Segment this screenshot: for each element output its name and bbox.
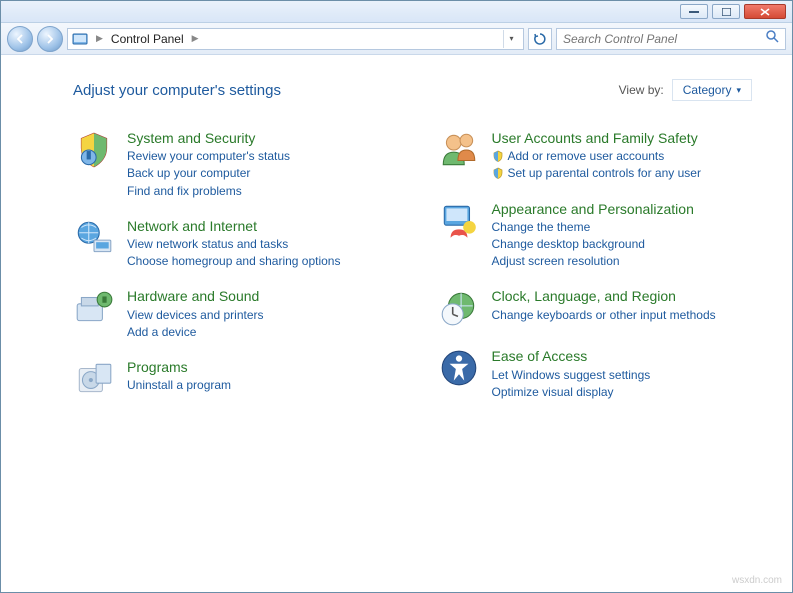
category-item: Hardware and Sound View devices and print… (73, 287, 388, 340)
category-item: User Accounts and Family SafetyAdd or re… (438, 129, 753, 182)
category-link[interactable]: Let Windows suggest settings (492, 367, 651, 383)
watermark: wsxdn.com (732, 575, 782, 586)
category-link[interactable]: Change keyboards or other input methods (492, 307, 716, 323)
category-title[interactable]: Ease of Access (492, 347, 651, 365)
category-link[interactable]: Find and fix problems (127, 183, 290, 199)
category-link[interactable]: Review your computer's status (127, 148, 290, 164)
security-icon[interactable] (73, 129, 115, 171)
view-by-select[interactable]: Category (672, 79, 752, 101)
category-link[interactable]: Choose homegroup and sharing options (127, 253, 340, 269)
category-item: ProgramsUninstall a program (73, 358, 388, 400)
control-panel-icon (72, 31, 88, 47)
window-titlebar (1, 1, 792, 23)
right-column: User Accounts and Family SafetyAdd or re… (438, 129, 753, 400)
category-link[interactable]: Adjust screen resolution (492, 253, 694, 269)
programs-icon[interactable] (73, 358, 115, 400)
view-by-label: View by: (619, 83, 664, 97)
search-icon[interactable] (765, 29, 779, 48)
uac-shield-icon (492, 150, 504, 162)
forward-button[interactable] (37, 26, 63, 52)
content-area: Adjust your computer's settings View by:… (1, 55, 792, 592)
minimize-button[interactable] (680, 4, 708, 19)
maximize-button[interactable] (712, 4, 740, 19)
category-link[interactable]: Change desktop background (492, 236, 694, 252)
clock-icon[interactable] (438, 287, 480, 329)
access-icon[interactable] (438, 347, 480, 389)
category-title[interactable]: Hardware and Sound (127, 287, 264, 305)
category-title[interactable]: Network and Internet (127, 217, 340, 235)
address-dropdown[interactable]: ▾ (503, 30, 519, 48)
network-icon[interactable] (73, 217, 115, 259)
category-title[interactable]: User Accounts and Family Safety (492, 129, 701, 147)
category-link[interactable]: Add or remove user accounts (492, 148, 701, 164)
category-item: Network and InternetView network status … (73, 217, 388, 270)
category-item: Clock, Language, and Region Change keyboa… (438, 287, 753, 329)
category-link[interactable]: Uninstall a program (127, 377, 231, 393)
breadcrumb-separator: ▶ (190, 33, 201, 44)
breadcrumb-separator: ▶ (94, 33, 105, 44)
view-by: View by: Category (619, 79, 752, 101)
appearance-icon[interactable] (438, 200, 480, 242)
navigation-bar: ▶ Control Panel ▶ ▾ (1, 23, 792, 55)
category-link[interactable]: Set up parental controls for any user (492, 165, 701, 181)
category-link[interactable]: Optimize visual display (492, 384, 651, 400)
back-button[interactable] (7, 26, 33, 52)
category-title[interactable]: System and Security (127, 129, 290, 147)
category-item: Appearance and PersonalizationChange the… (438, 200, 753, 270)
category-link[interactable]: Add a device (127, 324, 264, 340)
search-box[interactable] (556, 28, 786, 50)
refresh-button[interactable] (528, 28, 552, 50)
category-item: Ease of Access Let Windows suggest settin… (438, 347, 753, 400)
category-link[interactable]: Back up your computer (127, 165, 290, 181)
search-input[interactable] (563, 32, 765, 46)
category-title[interactable]: Appearance and Personalization (492, 200, 694, 218)
uac-shield-icon (492, 167, 504, 179)
category-link[interactable]: Change the theme (492, 219, 694, 235)
category-title[interactable]: Clock, Language, and Region (492, 287, 716, 305)
page-heading: Adjust your computer's settings (73, 82, 281, 99)
left-column: System and SecurityReview your computer'… (73, 129, 388, 400)
users-icon[interactable] (438, 129, 480, 171)
category-link[interactable]: View devices and printers (127, 307, 264, 323)
address-bar[interactable]: ▶ Control Panel ▶ ▾ (67, 28, 524, 50)
category-title[interactable]: Programs (127, 358, 231, 376)
breadcrumb-root[interactable]: Control Panel (111, 32, 184, 46)
close-button[interactable] (744, 4, 786, 19)
category-link[interactable]: View network status and tasks (127, 236, 340, 252)
hardware-icon[interactable] (73, 287, 115, 329)
category-item: System and SecurityReview your computer'… (73, 129, 388, 199)
